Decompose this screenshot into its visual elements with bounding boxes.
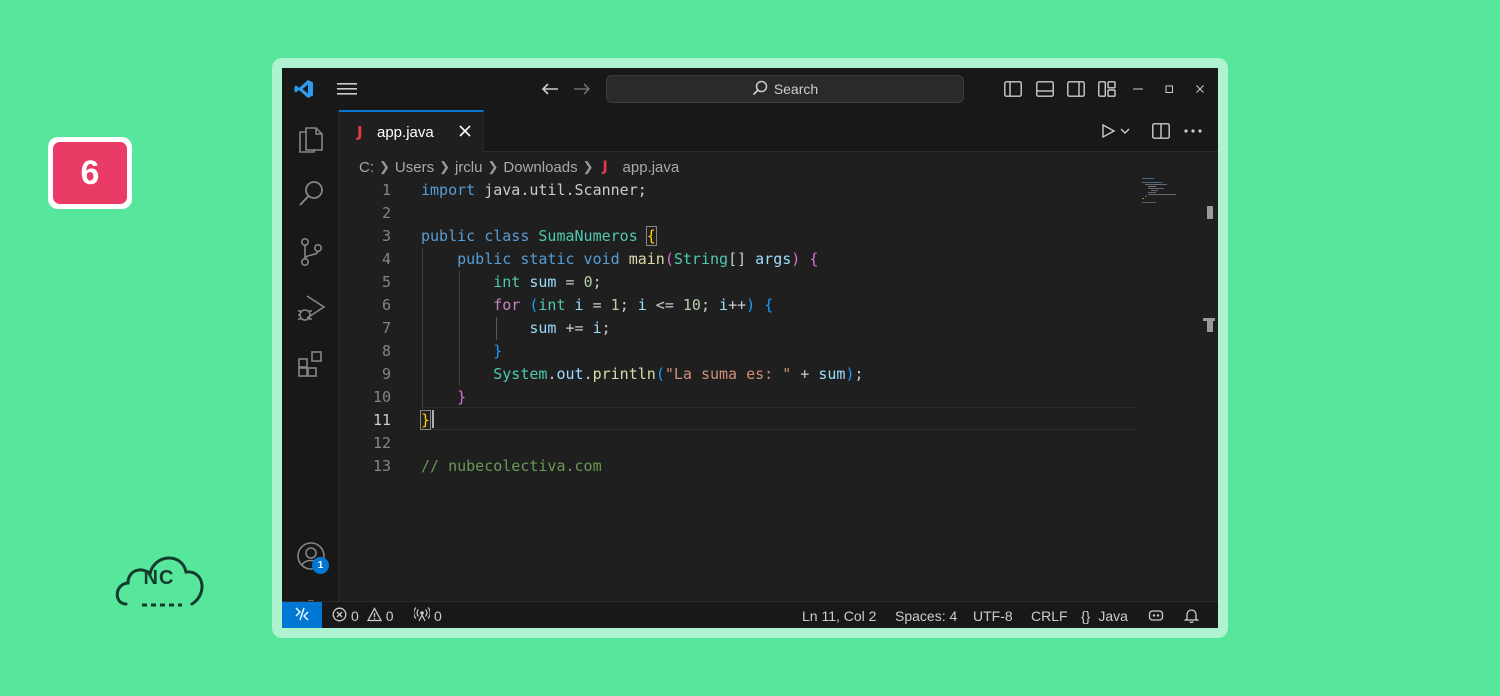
error-icon [332, 607, 347, 625]
split-editor-icon[interactable] [1149, 110, 1173, 152]
line-number: 2 [381, 204, 391, 222]
toggle-secondary-sidebar-icon[interactable] [1065, 68, 1087, 110]
explorer-icon[interactable] [282, 114, 339, 162]
line-number: 3 [381, 227, 391, 245]
code-line: sum += i; [529, 319, 611, 337]
nc-cloud-logo: NC [112, 550, 206, 610]
customize-layout-icon[interactable] [1096, 68, 1118, 110]
maximize-icon[interactable] [1159, 68, 1179, 110]
search-icon [752, 80, 768, 99]
breadcrumb-item[interactable]: app.java [623, 159, 680, 176]
status-bar: 0 0 0 Ln 11, Col 2 Spaces: 4 UTF-8 CRLF … [282, 601, 1218, 628]
line-number-active: 11 [372, 411, 391, 429]
text-cursor [432, 410, 434, 428]
chevron-right-icon: ❯ [439, 159, 450, 174]
braces-icon: {} [1081, 607, 1091, 624]
accounts-badge: 1 [312, 557, 329, 574]
command-center-search[interactable]: Search [606, 75, 964, 103]
encoding[interactable]: UTF-8 [973, 602, 1013, 628]
line-number: 10 [372, 388, 391, 406]
step-number: 6 [53, 142, 127, 204]
vertical-scrollbar[interactable] [1200, 179, 1218, 599]
code-line: // nubecolectiva.com [421, 457, 602, 475]
code-line: public static void main(String[] args) { [457, 250, 819, 268]
line-number: 6 [381, 296, 391, 314]
ports-indicator[interactable]: 0 [413, 602, 442, 628]
toggle-panel-icon[interactable] [1034, 68, 1056, 110]
ports-count: 0 [434, 607, 442, 624]
code-line: } [419, 410, 432, 430]
line-number: 8 [381, 342, 391, 360]
error-count: 0 [351, 607, 359, 624]
tab-label: app.java [377, 123, 434, 141]
line-number: 5 [381, 273, 391, 291]
cursor-position[interactable]: Ln 11, Col 2 [802, 602, 876, 628]
warning-count: 0 [385, 607, 394, 624]
nc-logo-text: NC [143, 567, 175, 589]
minimap[interactable] [1140, 176, 1200, 206]
line-number: 1 [381, 181, 391, 199]
source-control-icon[interactable] [282, 228, 339, 276]
chevron-right-icon: ❯ [487, 159, 499, 174]
chevron-right-icon: ❯ [582, 159, 594, 174]
language-label: Java [1098, 607, 1128, 624]
code-line: } [457, 388, 467, 406]
accounts-icon[interactable] [282, 532, 339, 580]
forward-arrow-icon[interactable] [570, 68, 594, 110]
toggle-primary-sidebar-icon[interactable] [1002, 68, 1024, 110]
run-debug-icon[interactable] [282, 284, 339, 332]
search-label: Search [773, 81, 819, 97]
java-file-icon: J [357, 123, 363, 141]
more-actions-icon[interactable] [1181, 110, 1205, 152]
editor-tabs: J app.java [339, 110, 1218, 152]
line-number: 7 [381, 319, 391, 337]
problems-indicator[interactable]: 0 0 [332, 602, 394, 628]
step-badge: 6 [48, 137, 132, 209]
breadcrumb-item[interactable]: jrclu [455, 159, 483, 176]
tab-close-icon[interactable] [457, 123, 473, 139]
extensions-icon[interactable] [282, 340, 339, 388]
breadcrumb-item[interactable]: Downloads [503, 159, 577, 176]
menu-icon[interactable] [334, 68, 360, 110]
line-ending[interactable]: CRLF [1031, 602, 1068, 628]
java-file-icon: J [602, 159, 608, 175]
remote-indicator[interactable] [282, 602, 322, 628]
minimize-icon[interactable] [1128, 68, 1148, 110]
code-editor[interactable]: 1 import java.util.Scanner; 2 3 public cla… [339, 179, 1199, 599]
vscode-window: Search 1 J app.java C: ❯ Users ❯ jrclu ❯… [282, 68, 1218, 628]
breadcrumb-item[interactable]: C: [359, 159, 374, 176]
tab-app-java[interactable]: J app.java [339, 110, 484, 152]
run-icon[interactable] [1096, 110, 1136, 152]
line-number: 9 [381, 365, 391, 383]
close-icon[interactable] [1190, 68, 1210, 110]
code-line: } [493, 342, 503, 360]
line-number: 13 [372, 457, 391, 475]
code-line: int sum = 0; [493, 273, 602, 291]
activity-bar: 1 [282, 110, 339, 628]
breadcrumb-item[interactable]: Users [395, 159, 434, 176]
title-bar: Search [282, 68, 1218, 110]
breadcrumb: C: ❯ Users ❯ jrclu ❯ Downloads ❯ J app.j… [359, 156, 679, 178]
ports-icon [413, 606, 431, 625]
line-number: 12 [372, 434, 391, 452]
warning-icon [366, 606, 382, 625]
code-line: for (int i = 1; i <= 10; i++) { [493, 296, 774, 314]
vscode-logo-icon [290, 68, 318, 110]
chevron-right-icon: ❯ [379, 159, 390, 174]
bell-icon[interactable] [1184, 602, 1199, 628]
back-arrow-icon[interactable] [538, 68, 562, 110]
code-line: public class SumaNumeros { [421, 226, 657, 246]
search-view-icon[interactable] [282, 170, 339, 218]
language-mode[interactable]: {} Java [1081, 602, 1128, 628]
code-line: System.out.println("La suma es: " + sum)… [493, 365, 864, 383]
code-line: import java.util.Scanner; [421, 181, 647, 199]
indentation[interactable]: Spaces: 4 [895, 602, 957, 628]
copilot-icon[interactable] [1148, 602, 1164, 628]
line-number: 4 [381, 250, 391, 268]
remote-icon [295, 607, 309, 624]
